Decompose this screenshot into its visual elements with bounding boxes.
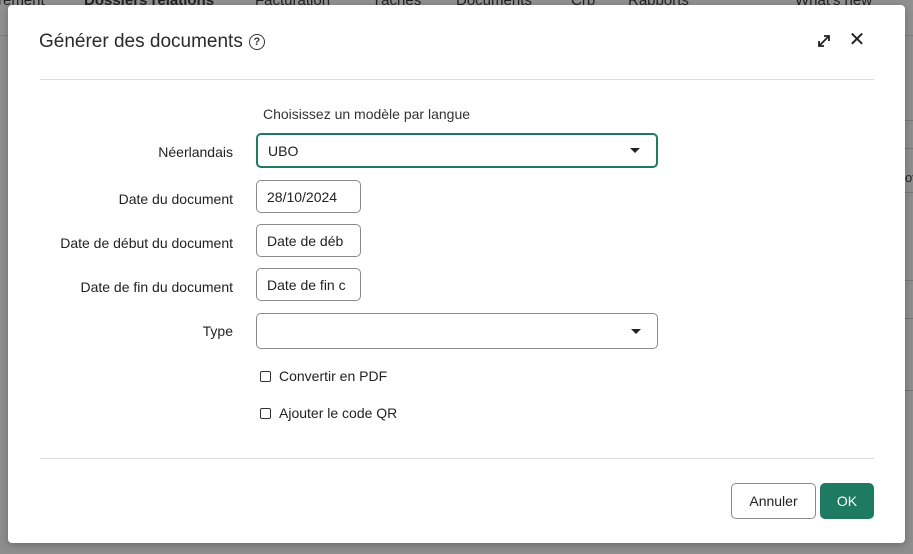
document-date-input[interactable]: 28/10/2024 <box>256 180 361 213</box>
bg-side-text: ov <box>905 170 913 185</box>
document-date-label: Date du document <box>118 191 233 207</box>
add-qr-option[interactable]: Ajouter le code QR <box>260 405 397 421</box>
dutch-template-select[interactable]: UBO <box>256 133 658 168</box>
dialog-title-text: Générer des documents <box>39 31 243 52</box>
ok-button[interactable]: OK <box>820 483 874 519</box>
convert-pdf-option[interactable]: Convertir en PDF <box>260 368 387 384</box>
add-qr-label: Ajouter le code QR <box>279 405 398 421</box>
add-qr-checkbox[interactable] <box>260 407 271 419</box>
type-label: Type <box>202 323 233 339</box>
bg-divider <box>905 280 913 281</box>
start-date-placeholder: Date de déb <box>267 232 344 249</box>
dutch-label: Néerlandais <box>158 144 233 160</box>
bg-divider <box>905 120 913 121</box>
start-date-label: Date de début du document <box>60 235 233 251</box>
bg-divider <box>905 192 913 193</box>
dutch-template-value: UBO <box>268 142 299 159</box>
caret-down-icon <box>631 328 641 334</box>
type-select[interactable] <box>256 313 658 349</box>
convert-pdf-label: Convertir en PDF <box>279 368 388 384</box>
generate-documents-dialog: Générer des documents ? ✕ Choisissez un … <box>8 5 905 543</box>
convert-pdf-checkbox[interactable] <box>260 370 271 382</box>
template-subtitle: Choisissez un modèle par langue <box>263 106 471 122</box>
close-icon[interactable]: ✕ <box>848 30 866 50</box>
bg-divider <box>905 148 913 149</box>
caret-down-icon <box>630 148 640 153</box>
expand-icon[interactable] <box>816 33 832 49</box>
end-date-label: Date de fin du document <box>80 279 233 295</box>
help-icon[interactable]: ? <box>248 34 265 50</box>
end-date-input[interactable]: Date de fin c <box>256 268 361 301</box>
dialog-title: Générer des documents ? <box>39 31 265 53</box>
start-date-input[interactable]: Date de déb <box>256 224 361 257</box>
end-date-placeholder: Date de fin c <box>267 276 346 293</box>
cancel-button[interactable]: Annuler <box>731 483 816 519</box>
footer-divider <box>40 458 874 459</box>
bg-divider <box>905 318 913 319</box>
document-date-value: 28/10/2024 <box>267 188 338 205</box>
bg-divider <box>905 390 913 391</box>
header-divider <box>40 79 874 80</box>
